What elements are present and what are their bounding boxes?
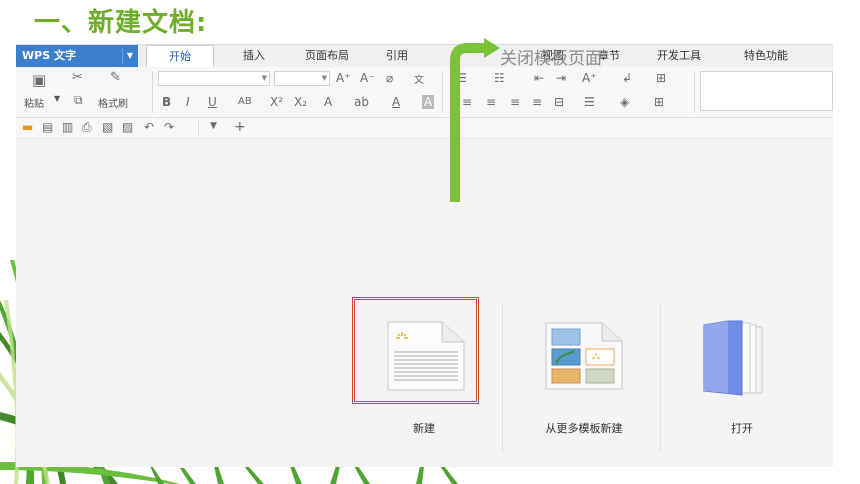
annotation-arrow-icon: [450, 38, 500, 202]
close-template-page-annotation: 关闭模板页面: [500, 49, 602, 69]
